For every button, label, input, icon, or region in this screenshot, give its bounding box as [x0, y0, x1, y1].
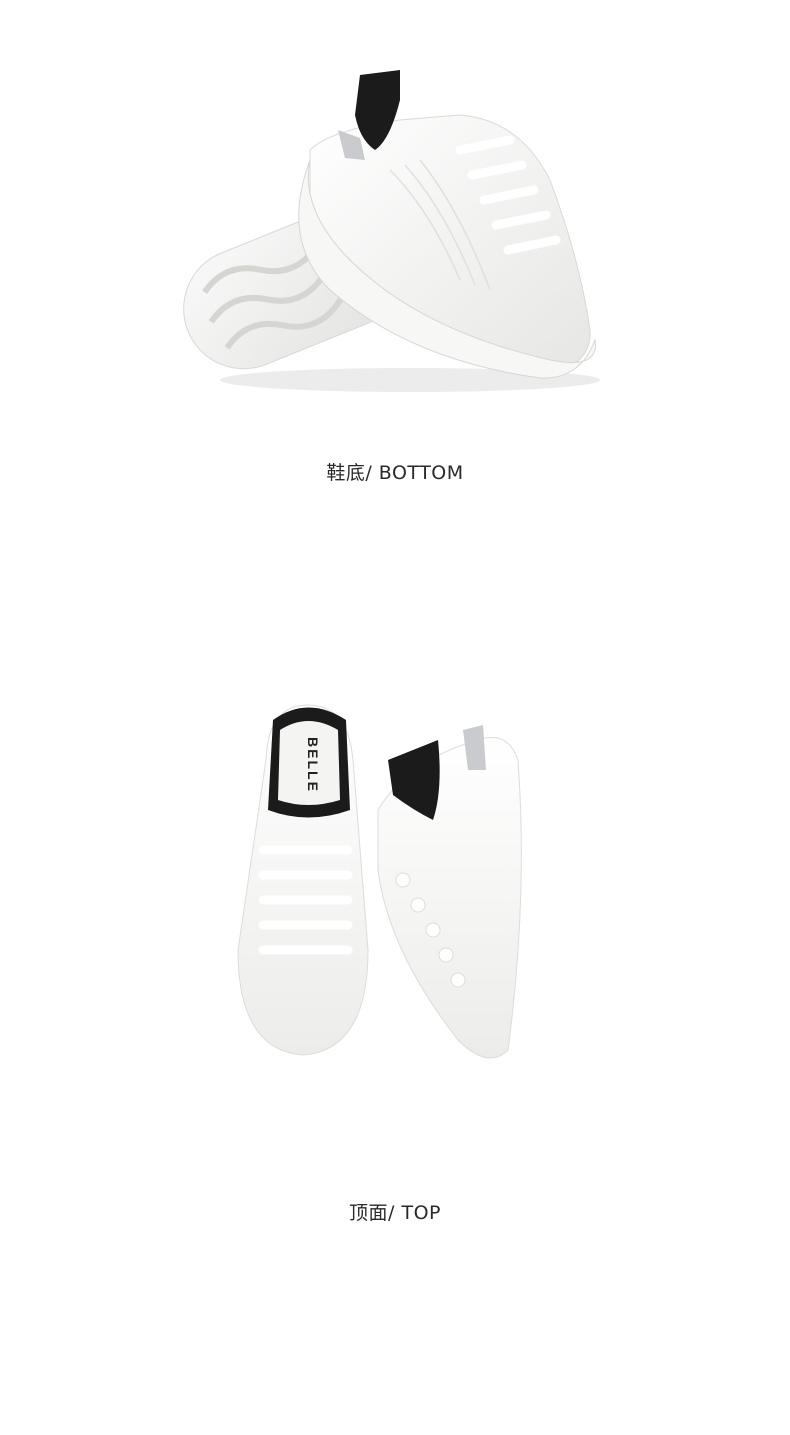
- belle-insole-logo: BELLE: [305, 737, 321, 793]
- top-view-section: BELLE 顶面/ TOP: [0, 680, 790, 1240]
- bottom-view-section: 鞋底/ BOTTOM: [0, 0, 790, 520]
- top-caption: 顶面/ TOP: [349, 1202, 441, 1224]
- bottom-caption: 鞋底/ BOTTOM: [326, 462, 464, 484]
- sneaker-top-photo: BELLE: [237, 704, 522, 1059]
- sneaker-bottom-photo: [183, 70, 600, 392]
